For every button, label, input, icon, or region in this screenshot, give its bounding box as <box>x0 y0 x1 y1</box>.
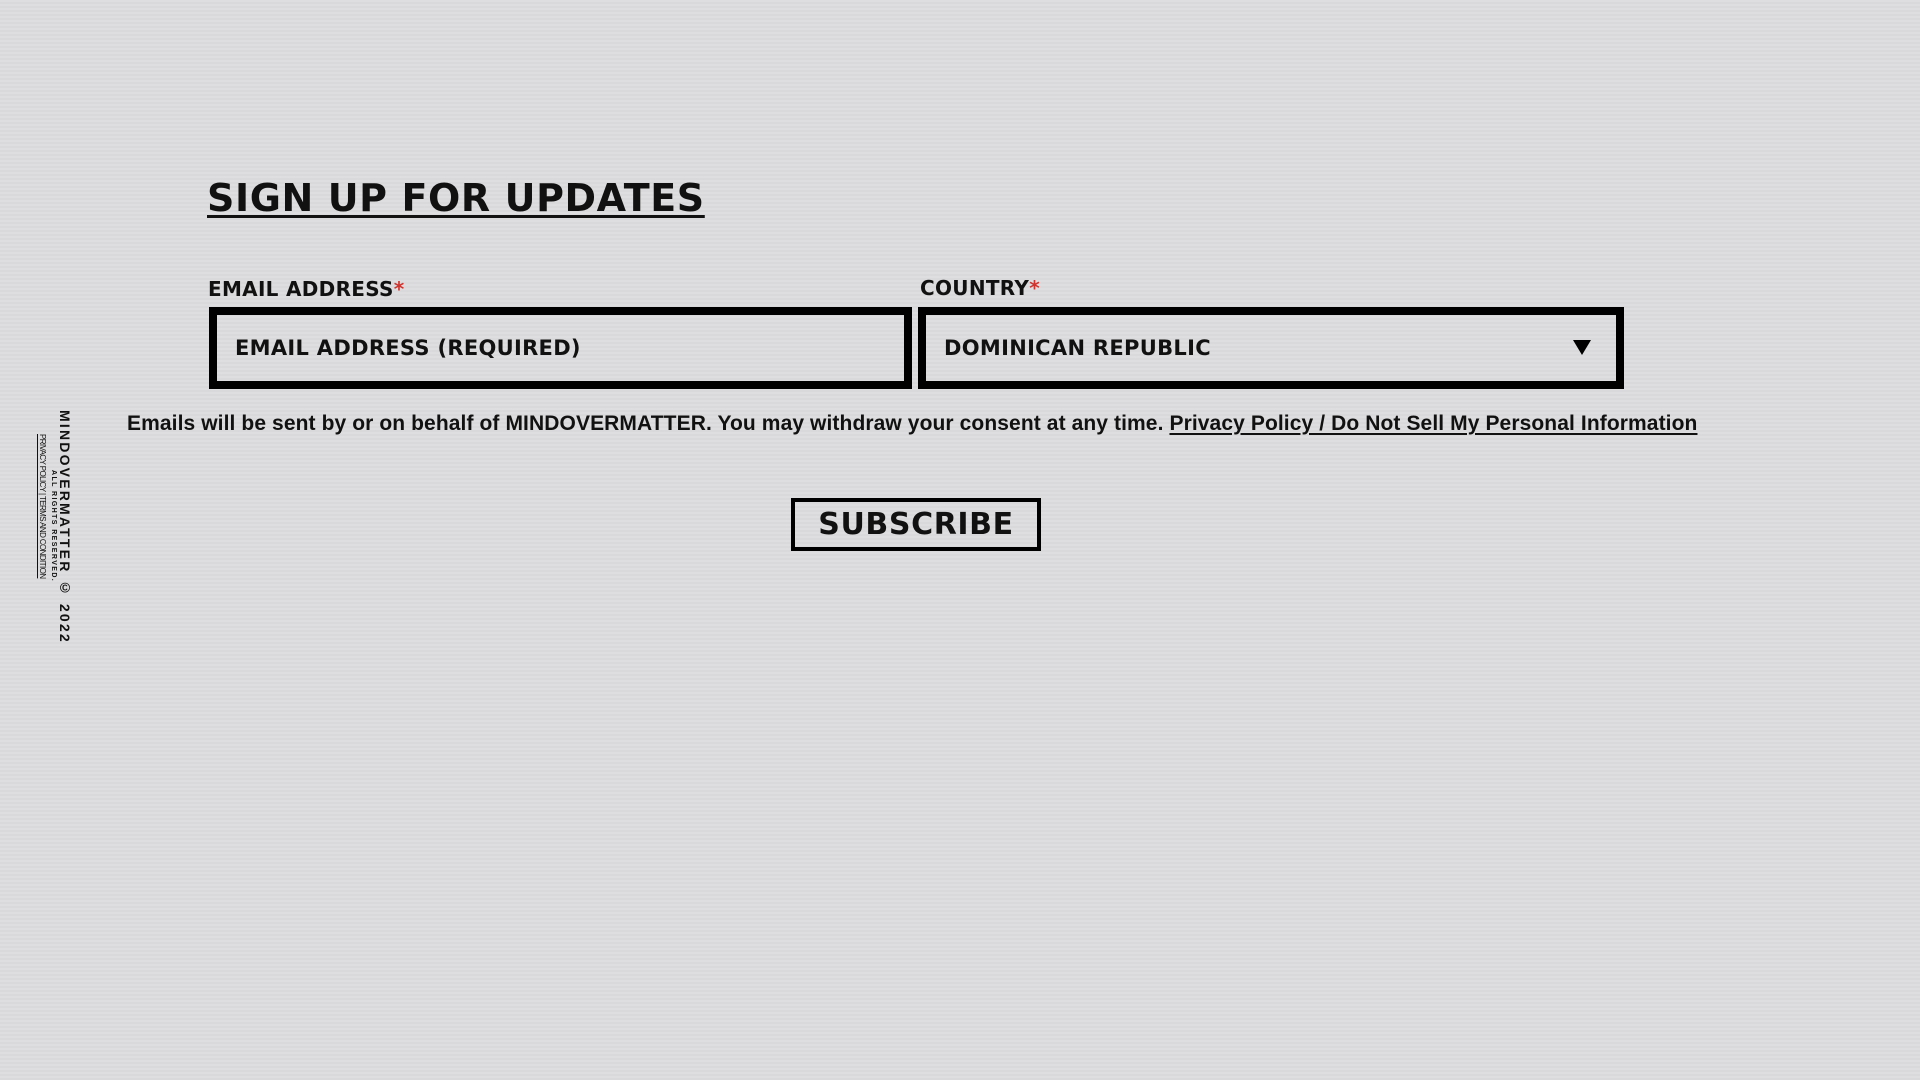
signup-heading: SIGN UP FOR UPDATES <box>207 176 705 220</box>
country-selected-value: DOMINICAN REPUBLIC <box>944 336 1211 360</box>
country-select[interactable]: DOMINICAN REPUBLIC <box>918 307 1624 389</box>
footer-brand-copyright: MINDOVERMATTER © 2022 <box>57 410 73 644</box>
email-input[interactable] <box>217 315 904 381</box>
email-label-text: EMAIL ADDRESS <box>208 277 394 301</box>
triangle-down-icon <box>1573 339 1591 355</box>
footer-rights: ALL RIGHTS RESERVED. <box>50 470 57 583</box>
subscribe-button[interactable]: SUBSCRIBE <box>791 498 1041 551</box>
email-label: EMAIL ADDRESS* <box>208 279 405 299</box>
consent-text: Emails will be sent by or on behalf of M… <box>127 412 1164 435</box>
footer-legal-links[interactable]: PRIVACY POLICY | TERMS AND CONDITION <box>38 434 47 578</box>
privacy-policy-link[interactable]: Privacy Policy / Do Not Sell My Personal… <box>1169 412 1697 435</box>
country-label: COUNTRY* <box>920 278 1040 298</box>
country-label-text: COUNTRY <box>920 276 1030 300</box>
email-field-box <box>209 307 912 389</box>
required-asterisk: * <box>1029 276 1040 300</box>
required-asterisk: * <box>393 277 405 301</box>
consent-notice: Emails will be sent by or on behalf of M… <box>127 411 1697 436</box>
